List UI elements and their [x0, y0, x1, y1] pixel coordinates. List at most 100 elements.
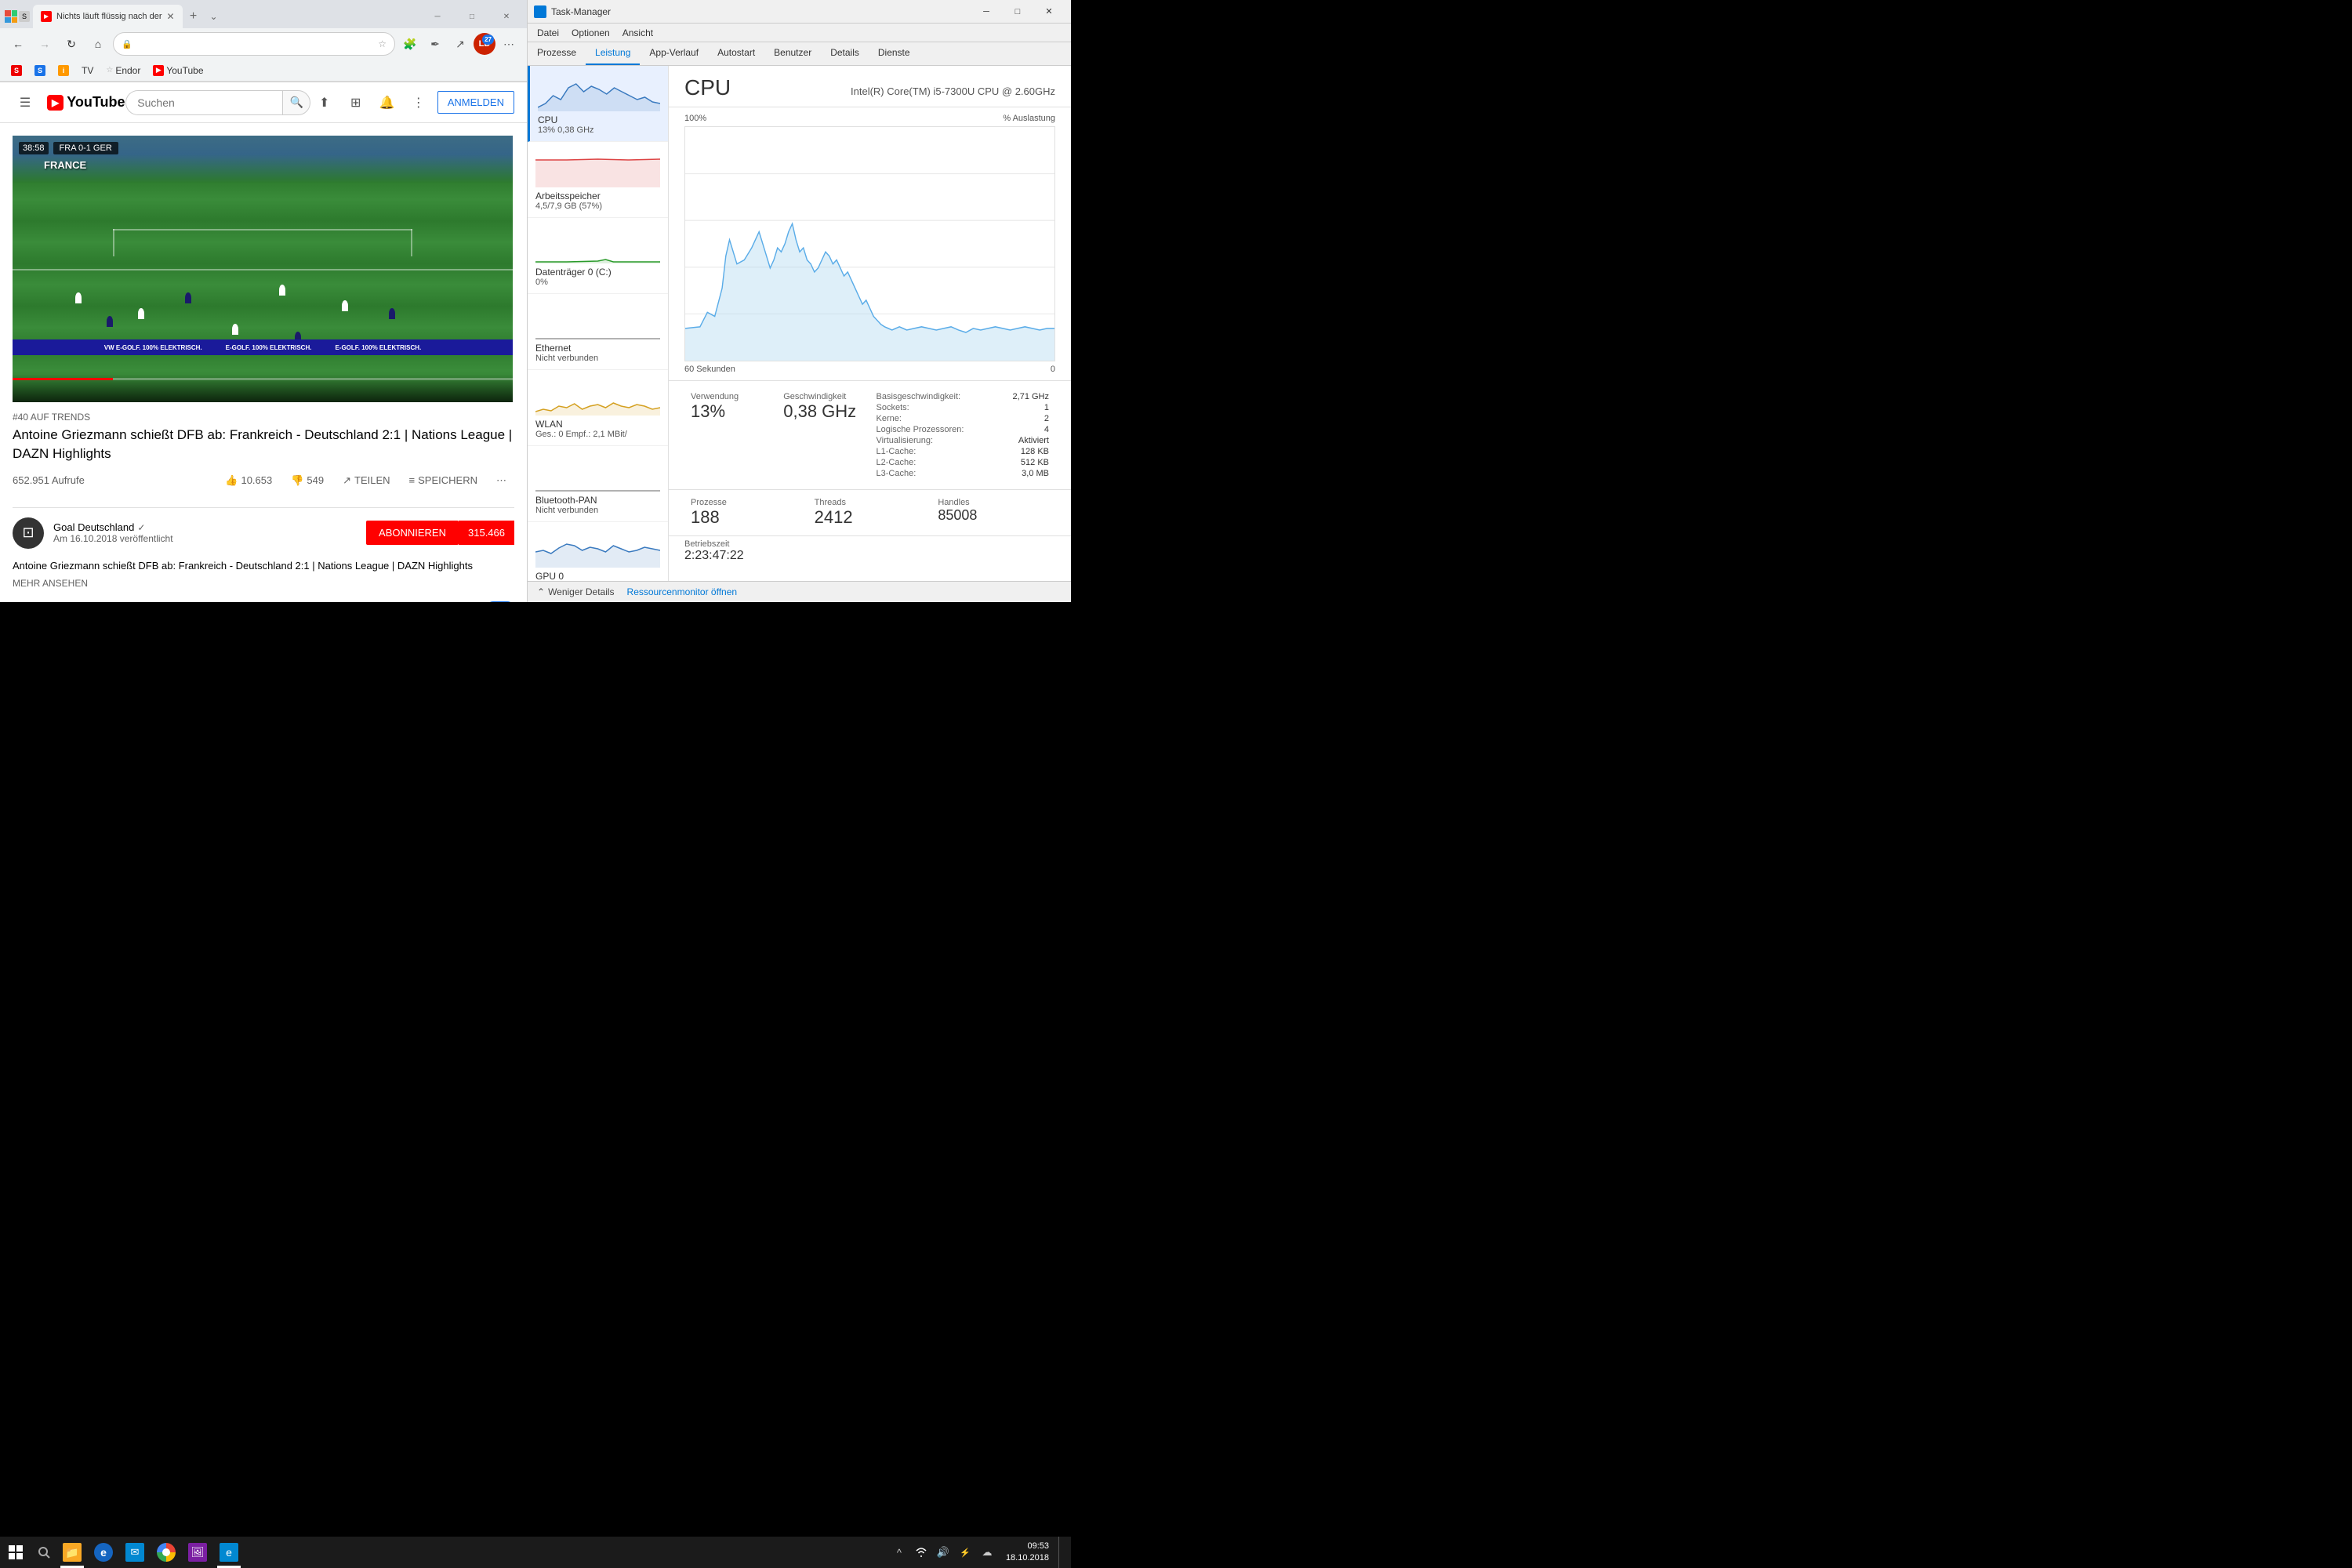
autoplay-toggle[interactable]: AUTOPLAY — [428, 601, 514, 602]
thumbs-up-icon: 👍 — [225, 474, 238, 487]
taskbar-search-btn[interactable] — [31, 1537, 56, 1568]
tm-threads-label: Threads — [815, 498, 926, 507]
bookmark-schriftformatierung[interactable]: S — [6, 64, 27, 78]
show-more-btn[interactable]: MEHR ANSEHEN — [13, 578, 514, 589]
bookmark-endor[interactable]: ☆ Endor — [101, 64, 145, 78]
share-icon[interactable]: ↗ — [448, 32, 472, 56]
tab-dienste[interactable]: Dienste — [869, 42, 920, 65]
yt-more-icon[interactable]: ⋮ — [406, 90, 431, 115]
taskbar-app-mail[interactable]: ✉ — [119, 1537, 151, 1568]
yt-notifications-icon[interactable]: 🔔 — [375, 90, 400, 115]
video-info: #40 AUF TRENDS Antoine Griezmann schießt… — [13, 402, 514, 507]
refresh-btn[interactable]: ↻ — [60, 32, 83, 56]
bluetooth-sidebar-name: Bluetooth-PAN — [535, 495, 660, 506]
tab-close-btn[interactable]: ✕ — [167, 11, 175, 22]
bookmark-youtube[interactable]: ▶ YouTube — [148, 64, 208, 78]
more-menu-btn[interactable]: ⋯ — [497, 32, 521, 56]
tm-menu-optionen[interactable]: Optionen — [565, 26, 616, 40]
share-btn[interactable]: ↗ TEILEN — [335, 470, 397, 492]
new-tab-btn[interactable]: + — [183, 5, 205, 27]
tab-autostart[interactable]: Autostart — [708, 42, 764, 65]
yt-header-right: ⬆ ⊞ 🔔 ⋮ ANMELDEN — [312, 90, 514, 115]
sidebar-item-cpu[interactable]: CPU 13% 0,38 GHz — [528, 66, 668, 142]
forward-btn[interactable]: → — [33, 32, 56, 56]
tm-resource-monitor-btn[interactable]: Ressourcenmonitor öffnen — [627, 586, 738, 597]
video-controls[interactable] — [13, 374, 513, 402]
window-controls: ─ □ ✕ — [422, 5, 522, 27]
close-btn[interactable]: ✕ — [491, 5, 522, 27]
yt-search-btn[interactable]: 🔍 — [282, 90, 310, 115]
yt-menu-icon[interactable]: ☰ — [13, 90, 38, 115]
taskbar-app-explorer[interactable]: 📁 — [56, 1537, 88, 1568]
tray-expand-icon[interactable]: ^ — [890, 1543, 909, 1562]
tm-close-btn[interactable]: ✕ — [1033, 0, 1065, 24]
tm-menu-ansicht[interactable]: Ansicht — [616, 26, 659, 40]
sidebar-item-disk[interactable]: Datenträger 0 (C:) 0% — [528, 218, 668, 294]
ethernet-mini-graph — [535, 300, 660, 339]
tm-menu-datei[interactable]: Datei — [531, 26, 565, 40]
taskbar-app-browser[interactable]: e — [213, 1537, 245, 1568]
like-btn[interactable]: 👍 10.653 — [217, 470, 280, 492]
sidebar-item-bluetooth[interactable]: Bluetooth-PAN Nicht verbunden — [528, 446, 668, 522]
video-player[interactable]: FRANCE — [13, 136, 513, 402]
extensions-icon[interactable]: 🧩 — [398, 32, 422, 56]
bluetooth-tray-icon[interactable]: ⚡ — [956, 1543, 975, 1562]
volume-icon[interactable]: 🔊 — [934, 1543, 953, 1562]
channel-name[interactable]: Goal Deutschland ✓ — [53, 521, 173, 533]
star-icon[interactable]: ☆ — [378, 38, 387, 49]
bookmark-2[interactable]: S — [30, 64, 50, 78]
tm-kerne-value: 2 — [1044, 414, 1049, 423]
video-stats-row: 652.951 Aufrufe 👍 10.653 👎 549 ↗ TEILE — [13, 470, 514, 492]
more-actions-btn[interactable]: ⋯ — [488, 470, 514, 492]
taskbar-app-photos[interactable]: 🖼 — [182, 1537, 213, 1568]
save-btn[interactable]: ≡ SPEICHERN — [401, 470, 485, 491]
taskbar-app-chrome[interactable] — [151, 1537, 182, 1568]
wlan-sidebar-name: WLAN — [535, 419, 660, 430]
player-4 — [279, 285, 285, 296]
tab-prozesse[interactable]: Prozesse — [528, 42, 586, 65]
sidebar-item-gpu[interactable]: GPU 0 Intel(R) HD Graphics 62 39% — [528, 522, 668, 581]
maximize-btn[interactable]: □ — [456, 5, 488, 27]
active-tab[interactable]: ▶ Nichts läuft flüssig nach der ✕ — [33, 5, 183, 28]
yt-search-input[interactable] — [125, 90, 282, 115]
player-7 — [185, 292, 191, 303]
sidebar-item-ethernet[interactable]: Ethernet Nicht verbunden — [528, 294, 668, 370]
tab-details[interactable]: Details — [821, 42, 869, 65]
start-button[interactable] — [0, 1537, 31, 1568]
tab-overflow-btn[interactable]: ⌄ — [205, 7, 223, 26]
network-icon[interactable] — [912, 1543, 931, 1562]
show-desktop-btn[interactable] — [1058, 1537, 1065, 1568]
onedrive-icon[interactable]: ☁ — [978, 1543, 996, 1562]
home-btn[interactable]: ⌂ — [86, 32, 110, 56]
bluetooth-mini-graph — [535, 452, 660, 492]
tm-maximize-btn[interactable]: □ — [1002, 0, 1033, 24]
autoplay-switch[interactable] — [486, 601, 514, 602]
yt-signin-btn[interactable]: ANMELDEN — [437, 91, 514, 114]
tab-leistung[interactable]: Leistung — [586, 42, 640, 65]
channel-avatar[interactable]: ⊡ — [13, 517, 44, 549]
minimize-btn[interactable]: ─ — [422, 5, 453, 27]
yt-logo[interactable]: ▶ YouTube — [47, 94, 125, 111]
bookmark-3[interactable]: i — [53, 64, 74, 78]
yt-apps-icon[interactable]: ⊞ — [343, 90, 368, 115]
progress-bar[interactable] — [13, 378, 513, 380]
sidebar-item-memory[interactable]: Arbeitsspeicher 4,5/7,9 GB (57%) — [528, 142, 668, 218]
profile-icon[interactable]: LD 27 — [474, 33, 495, 55]
address-bar[interactable]: 🔒 https://www.youtube.com/watch?v= ☆ — [113, 32, 395, 56]
url-input[interactable]: https://www.youtube.com/watch?v= — [137, 38, 374, 49]
taskbar-app-ie[interactable]: e — [88, 1537, 119, 1568]
tray-clock[interactable]: 09:53 18.10.2018 — [1000, 1541, 1055, 1565]
tab-benutzer[interactable]: Benutzer — [764, 42, 821, 65]
yt-upload-icon[interactable]: ⬆ — [312, 90, 337, 115]
tm-less-details-btn[interactable]: ⌃ Weniger Details — [537, 586, 615, 597]
tm-minimize-btn[interactable]: ─ — [971, 0, 1002, 24]
subscribe-btn[interactable]: ABONNIEREN — [366, 521, 459, 545]
tab-app-verlauf[interactable]: App-Verlauf — [640, 42, 708, 65]
chrome-icon — [157, 1543, 176, 1562]
bookmark-youtube-label: YouTube — [166, 65, 203, 76]
pen-icon[interactable]: ✒ — [423, 32, 447, 56]
back-btn[interactable]: ← — [6, 32, 30, 56]
bookmark-tv[interactable]: TV — [77, 64, 98, 78]
dislike-btn[interactable]: 👎 549 — [283, 470, 332, 492]
sidebar-item-wlan[interactable]: WLAN Ges.: 0 Empf.: 2,1 MBit/ — [528, 370, 668, 446]
